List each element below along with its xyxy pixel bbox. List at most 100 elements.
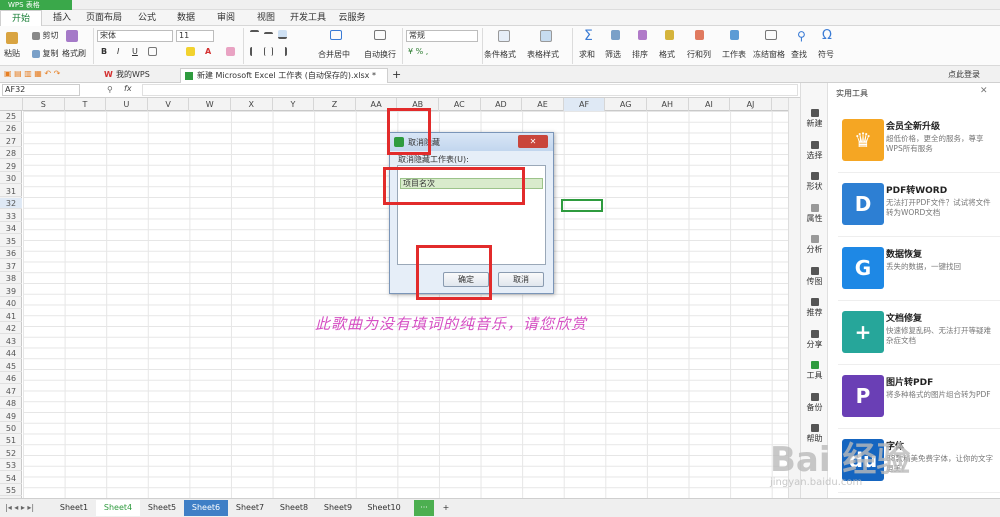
sheet-tab[interactable]: Sheet7: [228, 500, 272, 516]
symbol-button[interactable]: 符号: [818, 49, 834, 60]
rail-item[interactable]: 形状: [801, 172, 828, 192]
tool-card[interactable]: ♛ 会员全新升级 超低价格，更全的服务，尊享WPS所有服务: [838, 113, 1000, 173]
name-box[interactable]: AF32: [2, 84, 80, 96]
row-header[interactable]: 54: [0, 473, 22, 484]
cut-button[interactable]: 剪切: [32, 30, 59, 41]
merge-center-icon[interactable]: [330, 30, 342, 40]
column-header[interactable]: U: [106, 98, 148, 111]
find-button[interactable]: 查找: [791, 49, 807, 60]
conditional-format-button[interactable]: 条件格式: [484, 49, 516, 60]
row-header[interactable]: 46: [0, 373, 22, 385]
row-header[interactable]: 30: [0, 173, 22, 185]
wrap-text-icon[interactable]: [374, 30, 386, 40]
row-header[interactable]: 25: [0, 111, 22, 122]
fill-color-icon[interactable]: [186, 47, 195, 56]
add-sheet-button[interactable]: +: [438, 500, 454, 516]
align-right-icon[interactable]: [278, 47, 287, 56]
column-header[interactable]: T: [65, 98, 107, 111]
font-size-select[interactable]: 11: [176, 30, 214, 42]
rail-item[interactable]: 推荐: [801, 298, 828, 318]
quick-access-icons[interactable]: ▣ ▤ ▥ ▦ ↶ ↷: [4, 69, 60, 78]
table-style-button[interactable]: 表格样式: [527, 49, 559, 60]
column-header[interactable]: AD: [481, 98, 523, 111]
italic-button[interactable]: I: [117, 47, 119, 56]
select-all-corner[interactable]: [0, 98, 23, 111]
cancel-button[interactable]: 取消: [498, 272, 544, 287]
row-header[interactable]: 39: [0, 286, 22, 297]
panel-close-icon[interactable]: ✕: [980, 86, 988, 96]
tab-cloud[interactable]: 云服务: [336, 10, 368, 26]
find-icon[interactable]: ⚲: [797, 29, 806, 43]
row-header[interactable]: 31: [0, 186, 22, 197]
tool-card[interactable]: G 数据恢复 丢失的数据，一键找回: [838, 241, 1000, 301]
rail-item[interactable]: 分享: [801, 329, 828, 350]
format-icon[interactable]: [665, 30, 674, 40]
column-header[interactable]: AJ: [730, 98, 772, 111]
row-header[interactable]: 27: [0, 136, 22, 147]
sheet-tab[interactable]: Sheet9: [316, 500, 360, 516]
row-header[interactable]: 51: [0, 435, 22, 447]
row-header[interactable]: 48: [0, 398, 22, 410]
column-header[interactable]: V: [148, 98, 190, 111]
column-header[interactable]: S: [23, 98, 65, 111]
row-header[interactable]: 53: [0, 460, 22, 472]
tab-data[interactable]: 数据: [172, 10, 200, 26]
align-left-icon[interactable]: [250, 47, 259, 56]
tool-card[interactable]: + 文档修复 快速修复乱码、无法打开等疑难杂症文档: [838, 305, 1000, 365]
copy-button[interactable]: 复制: [32, 48, 59, 59]
tab-insert[interactable]: 插入: [48, 10, 76, 26]
font-name-select[interactable]: 宋体: [97, 30, 173, 42]
freeze-icon[interactable]: [765, 30, 777, 40]
selected-cell[interactable]: [561, 199, 603, 212]
app-logo[interactable]: WPS 表格: [0, 0, 72, 10]
formula-input[interactable]: [142, 84, 798, 96]
row-header[interactable]: 35: [0, 236, 22, 247]
column-header[interactable]: AI: [689, 98, 731, 111]
paste-icon[interactable]: [6, 32, 18, 44]
row-header[interactable]: 26: [0, 123, 22, 135]
merge-center-button[interactable]: 合并居中: [318, 49, 350, 60]
column-header[interactable]: AG: [605, 98, 647, 111]
filter-icon[interactable]: [611, 30, 620, 40]
align-top-icon[interactable]: [250, 30, 259, 39]
tab-document[interactable]: 新建 Microsoft Excel 工作表 (自动保存的).xlsx *: [180, 68, 388, 83]
column-header[interactable]: W: [189, 98, 231, 111]
tool-card[interactable]: P 图片转PDF 将多种格式的图片组合转为PDF: [838, 369, 1000, 429]
row-header[interactable]: 41: [0, 311, 22, 322]
column-header[interactable]: AH: [647, 98, 689, 111]
sheet-tab[interactable]: Sheet10: [360, 500, 408, 516]
login-button[interactable]: 点此登录: [948, 69, 980, 80]
row-header[interactable]: 34: [0, 223, 22, 235]
bold-button[interactable]: B: [101, 47, 107, 56]
format-painter-button[interactable]: 格式刷: [62, 48, 86, 59]
fx-button[interactable]: fx: [124, 84, 132, 93]
row-header[interactable]: 32: [0, 198, 22, 210]
new-tab-button[interactable]: +: [392, 68, 401, 81]
currency-icon[interactable]: ¥ % ,: [408, 47, 428, 56]
paste-button[interactable]: 粘贴: [4, 48, 20, 59]
row-header[interactable]: 50: [0, 423, 22, 434]
tab-review[interactable]: 审阅: [212, 10, 240, 26]
rows-cols-icon[interactable]: [695, 30, 704, 40]
rail-item[interactable]: 分析: [801, 235, 828, 255]
row-header[interactable]: 43: [0, 336, 22, 347]
number-format-select[interactable]: 常规: [406, 30, 478, 42]
column-header[interactable]: Y: [273, 98, 315, 111]
row-header[interactable]: 29: [0, 161, 22, 172]
row-header[interactable]: 44: [0, 348, 22, 360]
rail-item[interactable]: 新建: [801, 109, 828, 129]
column-header[interactable]: AE: [522, 98, 564, 111]
sort-button[interactable]: 排序: [632, 49, 648, 60]
column-header[interactable]: AC: [439, 98, 481, 111]
row-header[interactable]: 33: [0, 211, 22, 222]
filter-button[interactable]: 筛选: [605, 49, 621, 60]
tab-home[interactable]: 开始: [0, 10, 42, 26]
row-header[interactable]: 28: [0, 148, 22, 160]
row-header[interactable]: 45: [0, 361, 22, 372]
tab-view[interactable]: 视图: [252, 10, 280, 26]
border-icon[interactable]: [148, 47, 157, 56]
symbol-icon[interactable]: Ω: [822, 28, 832, 43]
row-header[interactable]: 52: [0, 448, 22, 459]
row-header[interactable]: 49: [0, 411, 22, 422]
clear-format-icon[interactable]: [226, 47, 235, 56]
